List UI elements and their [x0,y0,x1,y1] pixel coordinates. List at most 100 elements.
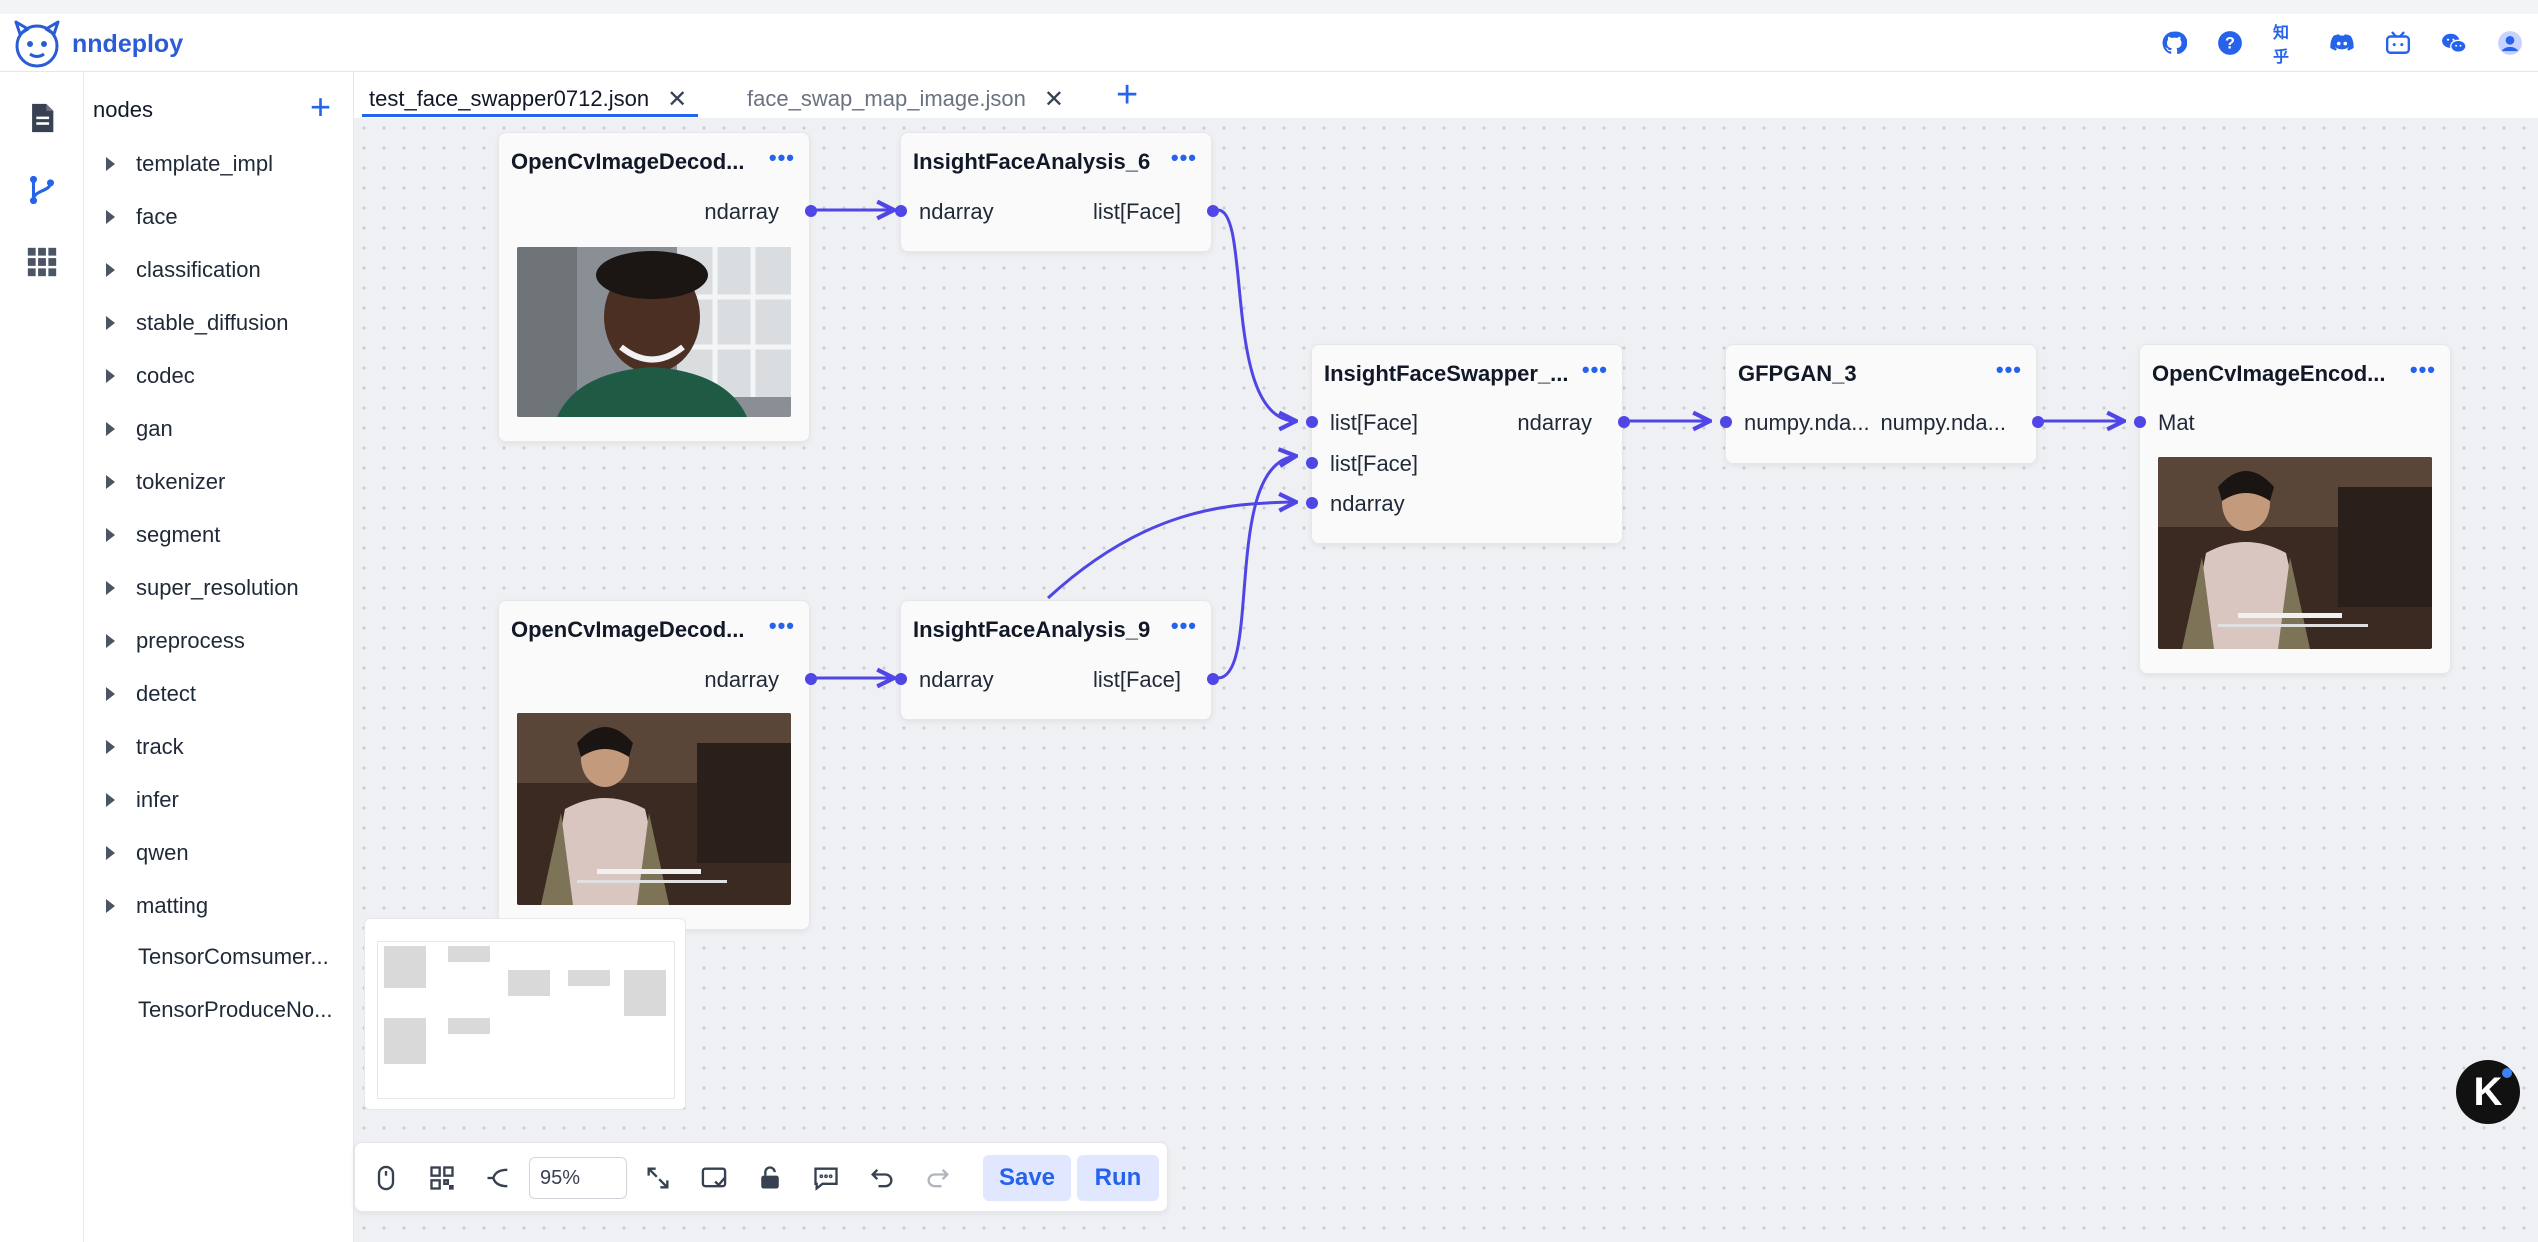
apps-grid-icon[interactable] [22,242,62,282]
document-icon[interactable] [22,98,62,138]
add-tab-button[interactable]: + [1116,74,1138,117]
assistant-badge[interactable]: K [2456,1060,2520,1124]
node-menu-button[interactable]: ••• [1996,359,2022,381]
input-port-handle[interactable] [895,205,907,217]
bilibili-icon[interactable] [2385,30,2411,56]
tree-folder[interactable]: template_impl [106,149,273,179]
node-opencv-image-decode-2[interactable]: OpenCvImageDecod... ••• ndarray [498,600,817,930]
node-opencv-image-decode-1[interactable]: OpenCvImageDecod... ••• ndarray [498,132,817,442]
input-port-handle[interactable] [1306,416,1318,428]
tree-folder-label: preprocess [136,628,245,653]
node-title: OpenCvImageDecod... [511,149,745,174]
node-gfpgan-3[interactable]: GFPGAN_3 ••• numpy.nda... numpy.nda... [1720,344,2044,464]
input-port-handle[interactable] [895,673,907,685]
lock-icon[interactable] [753,1161,787,1195]
minimap-node [624,970,666,1016]
auto-layout-icon[interactable] [481,1161,515,1195]
node-title: InsightFaceAnalysis_6 [913,149,1151,174]
help-icon[interactable]: ? [2217,30,2243,56]
tree-folder[interactable]: track [106,732,184,762]
tree-folder-label: classification [136,257,261,282]
tree-folder[interactable]: face [106,202,178,232]
zoom-input[interactable]: 95% [529,1157,627,1199]
edge-analysis6-to-swapper[interactable] [1217,208,1296,421]
node-menu-button[interactable]: ••• [2410,359,2436,381]
minimap-toggle-icon[interactable] [697,1161,731,1195]
undo-icon[interactable] [865,1161,899,1195]
caret-right-icon [106,475,115,489]
assistant-badge-label: K [2473,1069,2503,1114]
workflow-icon[interactable] [22,170,62,210]
tree-leaf[interactable]: TensorProduceNo... [138,997,332,1023]
node-insight-face-swapper[interactable]: InsightFaceSwapper_... ••• list[Face] li… [1306,344,1630,544]
node-insight-face-analysis-6[interactable]: InsightFaceAnalysis_6 ••• ndarray list[F… [895,132,1219,252]
tree-folder[interactable]: gan [106,414,173,444]
tree-folder[interactable]: matting [106,891,208,921]
tree-folder[interactable]: tokenizer [106,467,225,497]
mouse-icon[interactable] [369,1161,403,1195]
tree-folder-label: matting [136,893,209,918]
input-port-handle[interactable] [1720,416,1732,428]
node-menu-button[interactable]: ••• [1171,147,1197,169]
output-port-handle[interactable] [805,673,817,685]
tree-folder[interactable]: detect [106,679,196,709]
output-port-label: ndarray [704,199,779,224]
notification-dot [2502,1068,2512,1078]
tree-folder-label: codec [136,363,195,388]
minimap-node [448,946,490,962]
node-opencv-image-encode[interactable]: OpenCvImageEncod... ••• Mat [2134,344,2451,674]
node-menu-button[interactable]: ••• [769,615,795,637]
node-title: InsightFaceAnalysis_9 [913,617,1151,642]
workflow-canvas[interactable]: OpenCvImageDecod... ••• ndarray InsightF… [354,118,2538,1242]
node-menu-button[interactable]: ••• [769,147,795,169]
input-port-handle[interactable] [2134,416,2146,428]
minimap[interactable] [364,918,686,1110]
output-port-handle[interactable] [1207,673,1219,685]
save-button[interactable]: Save [983,1155,1071,1201]
caret-right-icon [106,846,115,860]
edge-decode2-to-swapper-ndarray[interactable] [1046,502,1296,600]
output-port-handle[interactable] [2032,416,2044,428]
redo-icon[interactable] [921,1161,955,1195]
tree-folder[interactable]: preprocess [106,626,245,656]
tree-folder[interactable]: qwen [106,838,189,868]
tree-folder[interactable]: classification [106,255,261,285]
close-icon[interactable]: ✕ [1044,85,1064,114]
node-menu-button[interactable]: ••• [1582,359,1608,381]
user-avatar-icon[interactable] [2497,30,2523,56]
tree-folder[interactable]: infer [106,785,179,815]
header-icons: ? 知乎 [2146,14,2538,72]
discord-icon[interactable] [2329,30,2355,56]
caret-right-icon [106,422,115,436]
qrcode-icon[interactable] [425,1161,459,1195]
wechat-icon[interactable] [2441,30,2467,56]
caret-right-icon [106,316,115,330]
tab-test-face-swapper[interactable]: test_face_swapper0712.json ✕ [369,80,687,118]
run-button[interactable]: Run [1077,1155,1159,1201]
edge-analysis9-to-swapper[interactable] [1217,456,1296,680]
input-port-handle[interactable] [1306,457,1318,469]
input-port-label: ndarray [919,199,994,224]
tree-folder[interactable]: super_resolution [106,573,299,603]
output-port-handle[interactable] [805,205,817,217]
tree-leaf[interactable]: TensorComsumer... [138,944,329,970]
comment-icon[interactable] [809,1161,843,1195]
tree-folder[interactable]: stable_diffusion [106,308,289,338]
input-port-handle[interactable] [1306,497,1318,509]
output-port-handle[interactable] [1207,205,1219,217]
tree-folder[interactable]: codec [106,361,195,391]
close-icon[interactable]: ✕ [667,85,687,114]
zhihu-icon[interactable]: 知乎 [2273,25,2299,66]
output-port-handle[interactable] [1618,416,1630,428]
github-icon[interactable] [2161,30,2187,56]
app: nndeploy ? 知乎 nodes + template_impl face… [0,0,2538,1242]
node-insight-face-analysis-9[interactable]: InsightFaceAnalysis_9 ••• ndarray list[F… [895,600,1219,720]
minimap-viewport[interactable] [377,941,675,1099]
tree-folder[interactable]: segment [106,520,220,550]
add-node-button[interactable]: + [310,89,331,125]
brand[interactable]: nndeploy [8,18,183,70]
node-menu-button[interactable]: ••• [1171,615,1197,637]
tab-face-swap-map-image[interactable]: face_swap_map_image.json ✕ [747,80,1064,118]
fit-view-icon[interactable] [641,1161,675,1195]
output-port-label: numpy.nda... [1880,410,2006,435]
